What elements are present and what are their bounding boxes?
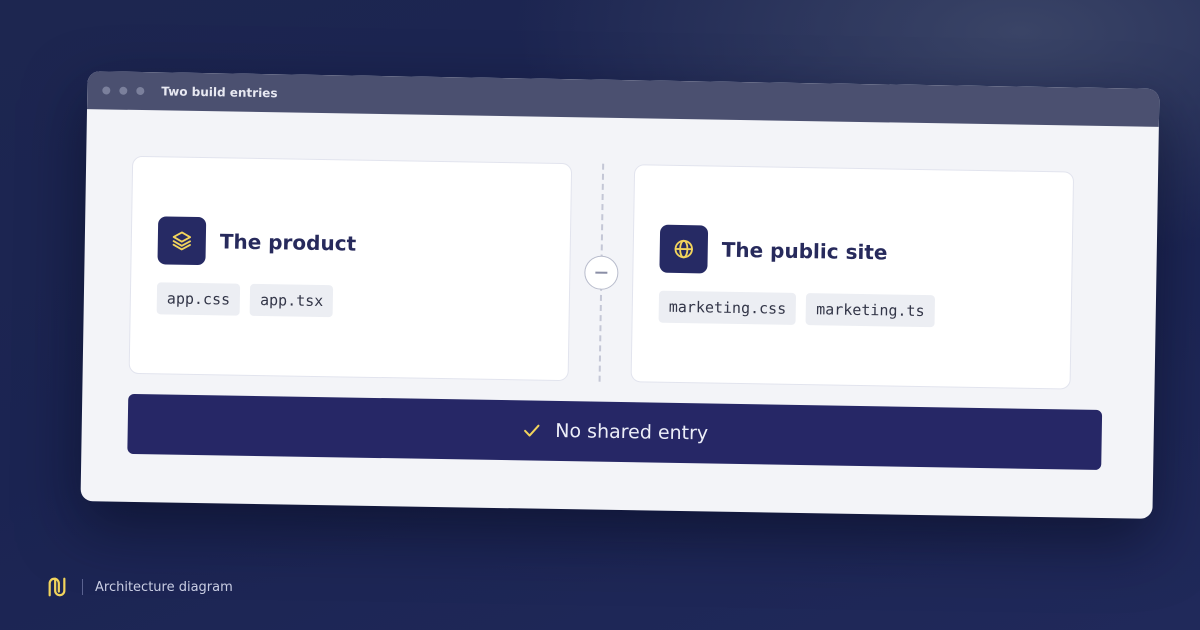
window-title: Two build entries: [161, 84, 278, 101]
file-chip: app.tsx: [249, 283, 334, 318]
separator: [569, 163, 635, 382]
entries-row: The product app.css app.tsx The public s…: [128, 155, 1106, 390]
layers-icon: [157, 216, 207, 266]
footer-label: Architecture diagram: [95, 579, 233, 595]
footer-divider: [82, 579, 83, 595]
file-list: app.css app.tsx: [156, 282, 543, 320]
window-control-maximize[interactable]: [136, 86, 145, 96]
globe-icon: [659, 224, 709, 274]
footer: Architecture diagram: [46, 576, 233, 598]
window-control-minimize[interactable]: [119, 86, 128, 95]
banner-text: No shared entry: [555, 419, 709, 445]
brand-logo-icon: [48, 577, 66, 597]
card-header: The public site: [659, 224, 1046, 279]
minus-icon: [584, 255, 619, 290]
check-icon: [523, 424, 540, 437]
entry-card-public-site: The public site marketing.css marketing.…: [630, 164, 1075, 390]
card-title: The public site: [721, 237, 888, 265]
card-header: The product: [157, 216, 544, 270]
file-chip: marketing.ts: [805, 293, 935, 328]
card-title: The product: [219, 229, 357, 256]
result-banner: No shared entry: [127, 393, 1103, 471]
browser-window: Two build entries The product app.css ap…: [80, 71, 1160, 519]
window-control-close[interactable]: [102, 86, 111, 95]
entry-card-product: The product app.css app.tsx: [128, 155, 573, 382]
window-content: The product app.css app.tsx The public s…: [81, 109, 1159, 519]
file-chip: marketing.css: [658, 290, 797, 325]
file-chip: app.css: [156, 282, 241, 316]
file-list: marketing.css marketing.ts: [658, 290, 1045, 329]
